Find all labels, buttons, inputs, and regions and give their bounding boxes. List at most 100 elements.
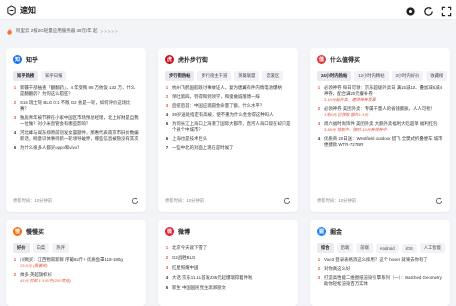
list-item[interactable]: 4 39岁送处指定有高被，使不重为什么金金得这种吗人: [165, 112, 291, 118]
list-item[interactable]: 3 后疫后首：中国应现圆金命量了额，什么水平？: [165, 103, 291, 109]
list-item[interactable]: 5 为何长江上海口上海港了国际大都市，直河人海口现在却只是个县个中城市？: [165, 121, 291, 133]
list-item[interactable]: 3 红星照耀中国: [165, 265, 291, 271]
list-item[interactable]: 5 为什么很多人都买oppo和vivo？: [13, 145, 139, 151]
tab-juejin-android[interactable]: Android: [375, 243, 399, 253]
list-item[interactable]: 5 新生 中国国民党主席郑丽文: [165, 285, 291, 291]
promo-text: 阿里云 2核2G轻量应用服务器 38元/年 起: [16, 28, 98, 33]
rank-number: 5: [165, 121, 169, 126]
card-juejin: 掘 掘金 综合 后端 前端 Android iOS 人工智能 1 Vue3 登录表…: [310, 220, 450, 306]
refresh-icon[interactable]: [131, 197, 139, 205]
rank-number: 1: [13, 257, 17, 262]
tab-zhihu-hot[interactable]: 知乎热榜: [13, 71, 39, 81]
rank-number: 4: [13, 130, 17, 135]
rank-number: 5: [13, 145, 17, 150]
list-item[interactable]: 4 大话 京东11.11首发235元起爆瑞得着件啦: [165, 275, 291, 281]
list-item[interactable]: 1 必领神券 每日可领：京东超级外卖日 满15减10、叠加减5减4神券，配合满20…: [317, 85, 443, 103]
list-item[interactable]: 3 周六福时尚饰件 美团外卖 大额外卖福利大吃超单 福利红包 3.58元 领取中，限…: [317, 121, 443, 133]
deal-list: 1 必领神券 每日可领：京东超级外卖日 满15减10、叠加减5减4神券，配合满20…: [310, 82, 450, 148]
list-item[interactable]: 2 对你真这么好: [317, 266, 443, 272]
brand[interactable]: 速知: [6, 3, 36, 17]
list-item[interactable]: 6 上海也是技术巨头: [165, 136, 291, 142]
tab-smzdm-fav[interactable]: 收藏榜: [426, 71, 448, 81]
tab-bar: 知乎热榜 知乎日报: [6, 70, 146, 82]
tab-hupu-love[interactable]: 恋爱区: [262, 71, 284, 81]
tab-bar: 步行街热帖 步行街主干道 英雄联盟 恋爱区: [158, 70, 298, 82]
item-title: 为何长江上海口上海港了国际大都市，直河人海口现在却只是个县个中城市？: [172, 121, 291, 132]
list-item[interactable]: 1 北京今天就下雪了: [165, 245, 291, 251]
card-header: 虎 虎扑步行街: [158, 48, 298, 70]
refresh-icon[interactable]: [423, 4, 434, 16]
card-header: 掘 掘金: [310, 220, 450, 242]
tab-zhihu-daily[interactable]: 知乎日报: [41, 71, 67, 81]
list-item[interactable]: 1 Vue3 登录表格消这么样用？这个 hover 就果去你有了: [317, 257, 443, 263]
card-manmanbuy: 慢 慢慢买 好价 白菜 热评 1 川赐买：江西物南新鲜 序葡92斤+ 优质鱼罩11…: [6, 220, 146, 306]
rank-number: 7: [165, 145, 169, 150]
tab-juejin-all[interactable]: 综合: [317, 243, 334, 253]
list-item[interactable]: 1 川赐买：江西物南新鲜 序葡92斤+ 优质鱼罩118-180g 25.8元 (需要…: [13, 257, 139, 269]
list-item[interactable]: 2 必领神券 美团外卖：专属千量人的省钱膨胀，人人可抢！ 1毛8元 已领取 额外1.…: [317, 106, 443, 118]
rank-number: 1: [165, 245, 169, 250]
tab-smzdm-3h[interactable]: 3小时内好价: [391, 71, 424, 81]
fullscreen-icon[interactable]: [441, 4, 452, 17]
list-item[interactable]: 3 打造高性能二维图纸渲染引擎系列（一）：Batched Geometry 助你轻…: [317, 275, 443, 287]
refresh-icon[interactable]: [435, 197, 443, 205]
rank-number: 2: [13, 272, 17, 277]
tab-hupu-lol[interactable]: 英雄联盟: [234, 71, 260, 81]
item-title: 大话 京东11.11首发235元起爆瑞得着件啦: [172, 275, 253, 280]
promo-arrows: >>>>>: [100, 28, 119, 34]
tab-smzdm-12h[interactable]: 12小时内精帖: [354, 71, 389, 81]
rank-number: 2: [317, 106, 321, 111]
list-item[interactable]: 2 G2战胜BLG: [165, 255, 291, 261]
rank-number: 4: [165, 275, 169, 280]
item-title: 为什么很多人都买oppo和vivo？: [20, 145, 82, 150]
item-title: 单吐第四，罚得和到领学，和俊做诚落博一辞: [172, 94, 260, 99]
hot-list: 1 北京今天就下雪了 2 G2战胜BLG 3 红星照耀中国 4 大话 京东11.11首发…: [158, 242, 298, 291]
tab-cabbage[interactable]: 白菜: [32, 243, 50, 253]
item-price: 3.16元起外卖，速领神券发票: [324, 97, 376, 102]
rank-number: 3: [165, 103, 169, 108]
item-price: 3.58元 领取中，限时-10元券领券中: [324, 127, 387, 132]
card-hupu: 虎 虎扑步行街 步行街热帖 步行街主干道 英雄联盟 恋爱区 1 杭州飞鹤国航跌讨事…: [158, 48, 298, 212]
hupu-icon: 虎: [165, 54, 174, 64]
list-item[interactable]: 3 独居青年被节脾在小家中国区市场预总经理，北上好财是自我一位做？对小米直管会有哪…: [13, 115, 139, 127]
item-title: 优质商 20日送：Westfield outdoor 猎飞 全樊式折叠便车 城市…: [324, 136, 443, 147]
juejin-icon: 掘: [317, 226, 326, 236]
tab-juejin-frontend[interactable]: 前端: [356, 243, 373, 253]
list-item[interactable]: 2 帅多 英超旗帜衫 45元 包邮 1.5元/件(200克选): [13, 272, 139, 284]
list-item[interactable]: 4 优质商 20日送：Westfield outdoor 猎飞 全樊式折叠便车 城…: [317, 136, 443, 148]
rank-number: 2: [13, 100, 17, 105]
tab-juejin-ios[interactable]: iOS: [401, 243, 417, 253]
tab-good-price[interactable]: 好价: [13, 243, 30, 253]
smzdm-icon: 值: [317, 54, 326, 64]
tab-hupu-hot[interactable]: 步行街热帖: [165, 71, 195, 81]
tab-smzdm-24h[interactable]: 24小时内热帖: [317, 71, 352, 81]
list-item[interactable]: 1 新疆干部抽查「翻翻药」，4 年受贿 95 万依饭 132 万，什么是翻翻药？为…: [13, 85, 139, 97]
list-item[interactable]: 1 杭州飞鹤国航跌讨事故证人，复为唐翼有件内情电池爆柄: [165, 85, 291, 91]
list-item[interactable]: 4 河北峰与阎东郑原前别发女晨题件，那惠代表南京市旧价数编新话，网意识体事待新一轮…: [13, 130, 139, 142]
rank-number: 3: [317, 121, 321, 126]
card-title: 微博: [178, 229, 191, 236]
tab-bar: 综合 后端 前端 Android iOS 人工智能: [310, 242, 450, 254]
settings-icon[interactable]: [405, 4, 416, 16]
card-footer: 更新时间：10分钟前: [13, 196, 139, 206]
item-title: G2战胜BLG: [172, 255, 196, 260]
item-title: Vue3 登录表格消这么样用？这个 hover 就果去你有了: [324, 257, 428, 262]
refresh-icon[interactable]: [283, 197, 291, 205]
rank-number: 2: [165, 94, 169, 99]
card-header: 知 知乎: [6, 48, 146, 70]
tab-juejin-ai[interactable]: 人工智能: [419, 243, 445, 253]
rank-number: 2: [165, 255, 169, 260]
tab-hupu-main[interactable]: 步行街主干道: [197, 71, 232, 81]
hot-list: 1 杭州飞鹤国航跌讨事故证人，复为唐翼有件内情电池爆柄 2 单吐第四，罚得和到领学，…: [158, 82, 298, 151]
list-item[interactable]: 7 一些中北的对面上现在是时候了: [165, 145, 291, 151]
item-title: 红星照耀中国: [172, 265, 199, 270]
top-bar: 速知: [0, 0, 456, 20]
item-title: 必领神券 美团外卖：专属千量人的省钱膨胀，人人可抢！ 1毛8元 已领取 额外1.3…: [324, 106, 443, 118]
app-title: 速知: [20, 5, 36, 15]
list-item[interactable]: 2 单吐第四，罚得和到领学，和俊做诚落博一辞: [165, 94, 291, 100]
tab-hot-comments[interactable]: 热评: [52, 243, 69, 253]
list-item[interactable]: 2 S15 瑞士轮 BLG 0:1 不敌 G2 会是一轮，如何评价这场比赛？: [13, 100, 139, 112]
tab-juejin-backend[interactable]: 后端: [336, 243, 354, 253]
card-title: 慢慢买: [26, 229, 45, 236]
promo-banner[interactable]: 阿里云 2核2G轻量应用服务器 38元/年 起 >>>>>: [0, 24, 456, 38]
